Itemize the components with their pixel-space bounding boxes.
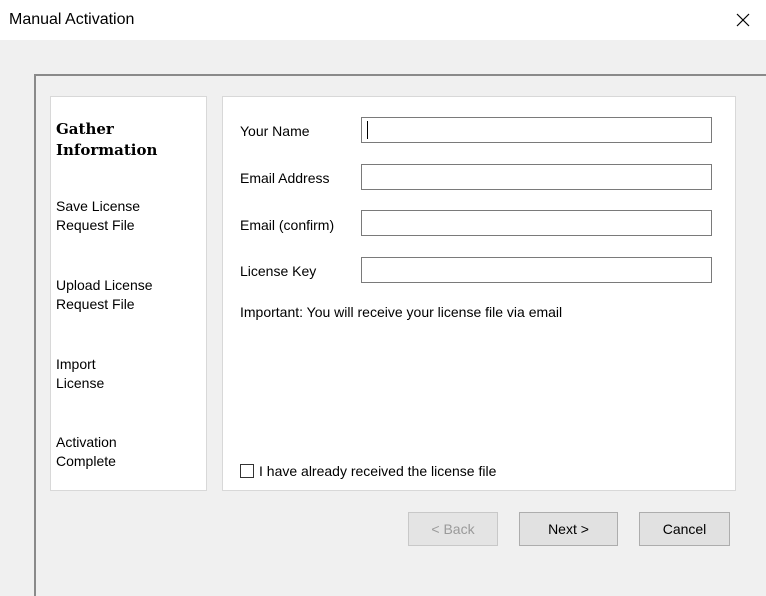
email-confirm-label: Email (confirm) (240, 217, 335, 233)
email-address-label: Email Address (240, 170, 330, 186)
license-key-label: License Key (240, 263, 317, 279)
next-button[interactable]: Next > (519, 512, 618, 546)
close-button[interactable] (720, 0, 766, 40)
step-save-license-request-file: Save License Request File (56, 198, 141, 233)
step-activation-complete: Activation Complete (56, 434, 117, 469)
back-button[interactable]: < Back (408, 512, 498, 546)
already-received-checkbox-row[interactable]: I have already received the license file (240, 463, 496, 479)
license-key-input[interactable] (361, 257, 712, 283)
close-icon (736, 13, 750, 27)
email-address-input[interactable] (361, 164, 712, 190)
window-title: Manual Activation (9, 11, 135, 28)
step-upload-license-request-file: Upload License Request File (56, 277, 153, 312)
title-bar: Manual Activation (0, 0, 766, 40)
text-caret (367, 121, 368, 139)
already-received-checkbox-label[interactable]: I have already received the license file (259, 463, 496, 479)
step-gather-information: Gather Information (56, 120, 158, 159)
important-note: Important: You will receive your license… (240, 304, 563, 320)
form-panel: Your Name Email Address Email (confirm) … (222, 96, 736, 491)
cancel-button[interactable]: Cancel (639, 512, 730, 546)
already-received-checkbox[interactable] (240, 464, 254, 478)
your-name-input[interactable] (361, 117, 712, 143)
manual-activation-dialog: Manual Activation Gather Information Sav… (0, 0, 766, 596)
steps-panel: Gather Information Save License Request … (50, 96, 207, 491)
step-import-license: Import License (56, 356, 105, 391)
your-name-label: Your Name (240, 123, 310, 139)
email-confirm-input[interactable] (361, 210, 712, 236)
